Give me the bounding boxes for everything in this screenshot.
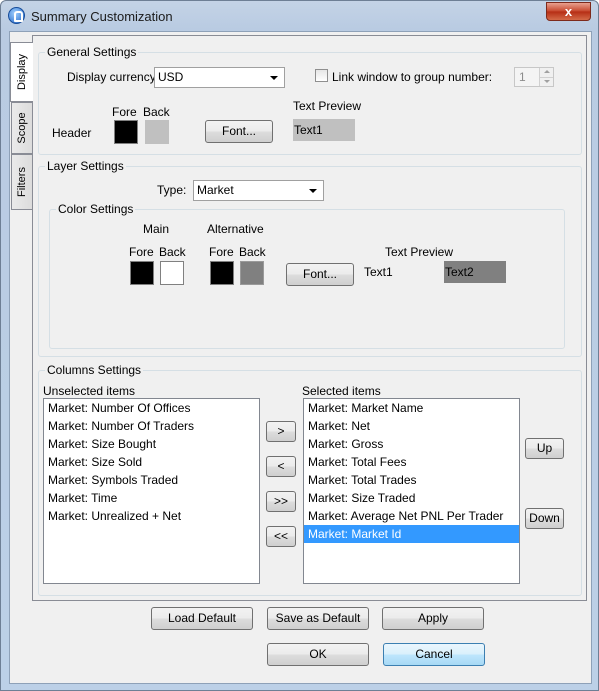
display-tab-page: General Settings Display currency: USD L… [32, 35, 587, 601]
currency-label: Display currency: [67, 70, 160, 84]
load-default-button[interactable]: Load Default [151, 607, 253, 630]
group-number-spinner[interactable]: 1 [514, 67, 554, 87]
columns-settings-group: Columns Settings Unselected items Select… [38, 363, 582, 596]
list-item[interactable]: Market: Net [304, 417, 519, 435]
layer-settings-label: Layer Settings [45, 159, 126, 173]
close-button[interactable]: x [546, 2, 591, 21]
link-window-checkbox[interactable] [315, 69, 328, 82]
tab-display[interactable]: Display [10, 42, 33, 102]
general-back-label: Back [143, 105, 170, 119]
alt-back-swatch[interactable] [240, 261, 264, 285]
currency-value: USD [158, 70, 184, 84]
alt-back-label: Back [239, 245, 266, 259]
list-item[interactable]: Market: Total Trades [304, 471, 519, 489]
main-fore-swatch[interactable] [130, 261, 154, 285]
list-item[interactable]: Market: Number Of Offices [44, 399, 259, 417]
spin-up-icon[interactable] [539, 68, 553, 77]
list-item[interactable]: Market: Average Net PNL Per Trader [304, 507, 519, 525]
group-number-value: 1 [519, 70, 526, 84]
general-settings-group: General Settings Display currency: USD L… [38, 45, 582, 155]
apply-button[interactable]: Apply [382, 607, 484, 630]
general-text-preview: Text1 [293, 119, 355, 141]
tab-scope-label: Scope [16, 112, 28, 144]
list-item-selected[interactable]: Market: Market Id [304, 525, 519, 543]
add-all-button[interactable]: >> [266, 491, 296, 512]
link-window-label: Link window to group number: [332, 70, 493, 84]
columns-settings-label: Columns Settings [45, 363, 144, 377]
move-down-button[interactable]: Down [525, 508, 564, 529]
type-value: Market [197, 183, 234, 197]
layer-text-preview-1: Text1 [364, 265, 393, 279]
tab-scope[interactable]: Scope [11, 102, 32, 154]
general-fore-label: Fore [112, 105, 137, 119]
dialog-window: Summary Customization x Display Scope Fi… [0, 0, 599, 691]
list-item[interactable]: Market: Size Bought [44, 435, 259, 453]
layer-font-button[interactable]: Font... [286, 263, 354, 286]
list-item[interactable]: Market: Size Traded [304, 489, 519, 507]
chevron-down-icon [309, 189, 317, 193]
alternative-label: Alternative [207, 222, 264, 236]
ok-button[interactable]: OK [267, 643, 369, 666]
list-item[interactable]: Market: Market Name [304, 399, 519, 417]
type-select[interactable]: Market [193, 180, 324, 201]
app-icon [8, 7, 25, 24]
color-settings-label: Color Settings [56, 202, 136, 216]
remove-item-button[interactable]: < [266, 456, 296, 477]
add-item-button[interactable]: > [266, 421, 296, 442]
list-item[interactable]: Market: Total Fees [304, 453, 519, 471]
selected-items-label: Selected items [302, 384, 381, 398]
header-fore-swatch[interactable] [114, 120, 138, 144]
chevron-down-icon [270, 76, 278, 80]
general-text-preview-label: Text Preview [293, 99, 362, 113]
main-back-label: Back [159, 245, 186, 259]
dialog-client-area: Display Scope Filters General Settings D… [9, 31, 592, 684]
save-as-default-button[interactable]: Save as Default [267, 607, 369, 630]
selected-items-list[interactable]: Market: Market Name Market: Net Market: … [303, 398, 520, 584]
layer-text-preview-label: Text Preview [385, 245, 454, 259]
currency-select[interactable]: USD [154, 67, 285, 88]
list-item[interactable]: Market: Symbols Traded [44, 471, 259, 489]
alt-fore-swatch[interactable] [210, 261, 234, 285]
general-settings-label: General Settings [45, 45, 139, 59]
list-item[interactable]: Market: Unrealized + Net [44, 507, 259, 525]
move-up-button[interactable]: Up [525, 438, 564, 459]
general-font-button[interactable]: Font... [205, 120, 273, 143]
layer-settings-group: Layer Settings Type: Market Color Settin… [38, 159, 582, 357]
header-back-swatch[interactable] [145, 120, 169, 144]
window-title: Summary Customization [31, 9, 173, 24]
layer-text-preview-2: Text2 [444, 261, 506, 283]
cancel-button[interactable]: Cancel [383, 643, 485, 666]
tab-display-label: Display [16, 53, 28, 91]
main-back-swatch[interactable] [160, 261, 184, 285]
type-label: Type: [157, 183, 187, 197]
tab-filters[interactable]: Filters [11, 154, 32, 210]
unselected-items-list[interactable]: Market: Number Of Offices Market: Number… [43, 398, 260, 584]
unselected-items-label: Unselected items [43, 384, 136, 398]
main-label: Main [143, 222, 170, 236]
list-item[interactable]: Market: Time [44, 489, 259, 507]
list-item[interactable]: Market: Number Of Traders [44, 417, 259, 435]
tab-filters-label: Filters [16, 167, 28, 197]
spin-down-icon[interactable] [539, 77, 553, 86]
color-settings-group: Color Settings Main Alternative Fore Bac… [49, 202, 565, 349]
header-label: Header [52, 126, 92, 140]
remove-all-button[interactable]: << [266, 526, 296, 547]
main-fore-label: Fore [129, 245, 154, 259]
alt-fore-label: Fore [209, 245, 234, 259]
list-item[interactable]: Market: Gross [304, 435, 519, 453]
title-bar: Summary Customization x [1, 1, 598, 31]
list-item[interactable]: Market: Size Sold [44, 453, 259, 471]
